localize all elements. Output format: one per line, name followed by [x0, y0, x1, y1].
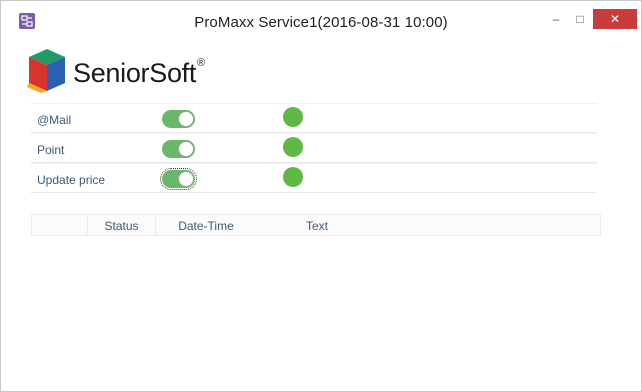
column-header-text[interactable]: Text [306, 215, 386, 235]
close-button[interactable]: ✕ [593, 9, 637, 29]
close-icon: ✕ [609, 12, 621, 26]
point-toggle[interactable] [162, 140, 195, 158]
log-table-header: Status Date-Time Text [31, 214, 601, 236]
brand-logo: SeniorSoft ® [25, 47, 225, 95]
main-window: ProMaxx Service1(2016-08-31 10:00) – □ ✕… [0, 0, 642, 392]
toggle-knob [178, 141, 194, 157]
toggle-knob [178, 171, 194, 187]
column-header-status[interactable]: Status [88, 215, 156, 235]
column-header-date-time[interactable]: Date-Time [156, 215, 256, 235]
mail-toggle[interactable] [162, 110, 195, 128]
minimize-icon: – [552, 12, 560, 26]
cube-logo-icon [27, 49, 65, 93]
mail-status-indicator [283, 107, 303, 127]
setting-row-mail: @Mail [31, 103, 597, 133]
maximize-icon: □ [576, 12, 584, 26]
service-settings: @Mail Point Update price [31, 103, 597, 193]
update-price-toggle[interactable] [160, 168, 197, 190]
update-price-status-indicator [283, 167, 303, 187]
toggle-knob [178, 111, 194, 127]
point-status-indicator [283, 137, 303, 157]
title-bar[interactable]: ProMaxx Service1(2016-08-31 10:00) – □ ✕ [1, 1, 641, 35]
trademark-mark: ® [197, 57, 206, 69]
column-header-blank[interactable] [32, 215, 88, 235]
brand-name: SeniorSoft [73, 58, 197, 88]
setting-label-mail: @Mail [37, 113, 72, 127]
setting-label-point: Point [37, 143, 65, 157]
setting-label-update-price: Update price [37, 173, 106, 187]
setting-row-update-price: Update price [31, 163, 597, 193]
setting-row-point: Point [31, 133, 597, 163]
maximize-button[interactable]: □ [565, 9, 595, 29]
